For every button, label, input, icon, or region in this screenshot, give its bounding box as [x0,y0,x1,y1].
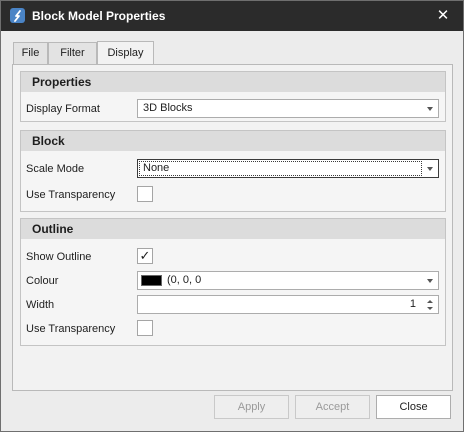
window-title: Block Model Properties [32,9,166,23]
properties-group-header: Properties [21,72,445,92]
block-use-transparency-label: Use Transparency [26,189,116,201]
app-logo-icon [10,8,25,23]
show-outline-label: Show Outline [26,251,92,263]
block-group: Block Scale Mode None Use Transparency [20,130,446,212]
outline-group: Outline Show Outline ✓ Colour (0, 0, 0 W… [20,218,446,346]
scale-mode-label: Scale Mode [26,163,85,175]
chevron-down-icon[interactable] [427,279,433,283]
colour-label: Colour [26,275,59,287]
title-bar: Block Model Properties ✕ [1,1,463,31]
properties-group: Properties Display Format 3D Blocks [20,71,446,122]
block-group-header: Block [21,131,445,151]
close-window-icon[interactable]: ✕ [433,7,453,25]
colour-value: (0, 0, 0 [167,274,202,286]
outline-use-transparency-label: Use Transparency [26,323,116,335]
block-use-transparency-checkbox[interactable] [137,186,153,202]
display-format-value: 3D Blocks [143,102,193,114]
accept-button[interactable]: Accept [295,395,370,419]
width-label: Width [26,299,55,311]
tab-file[interactable]: File [13,42,48,65]
close-button[interactable]: Close [376,395,451,419]
tab-display[interactable]: Display [97,41,154,65]
colour-swatch [141,275,162,286]
dialog-window: Block Model Properties ✕ File Filter Dis… [0,0,464,432]
show-outline-checkbox[interactable]: ✓ [137,248,153,264]
focus-indicator [139,161,422,176]
spin-down-icon[interactable] [427,307,433,310]
width-spinner[interactable]: 1 [137,295,439,314]
spin-up-icon[interactable] [427,300,433,303]
width-value: 1 [409,298,416,310]
display-format-label: Display Format [26,103,100,115]
tab-filter[interactable]: Filter [48,42,97,65]
checkmark-icon: ✓ [139,248,151,263]
chevron-down-icon[interactable] [427,167,433,171]
scale-mode-dropdown[interactable]: None [137,159,439,178]
display-format-dropdown[interactable]: 3D Blocks [137,99,439,118]
apply-button[interactable]: Apply [214,395,289,419]
display-tab-panel: Properties Display Format 3D Blocks Bloc… [12,64,453,391]
outline-group-header: Outline [21,219,445,239]
colour-dropdown[interactable]: (0, 0, 0 [137,271,439,290]
chevron-down-icon[interactable] [427,107,433,111]
outline-use-transparency-checkbox[interactable] [137,320,153,336]
